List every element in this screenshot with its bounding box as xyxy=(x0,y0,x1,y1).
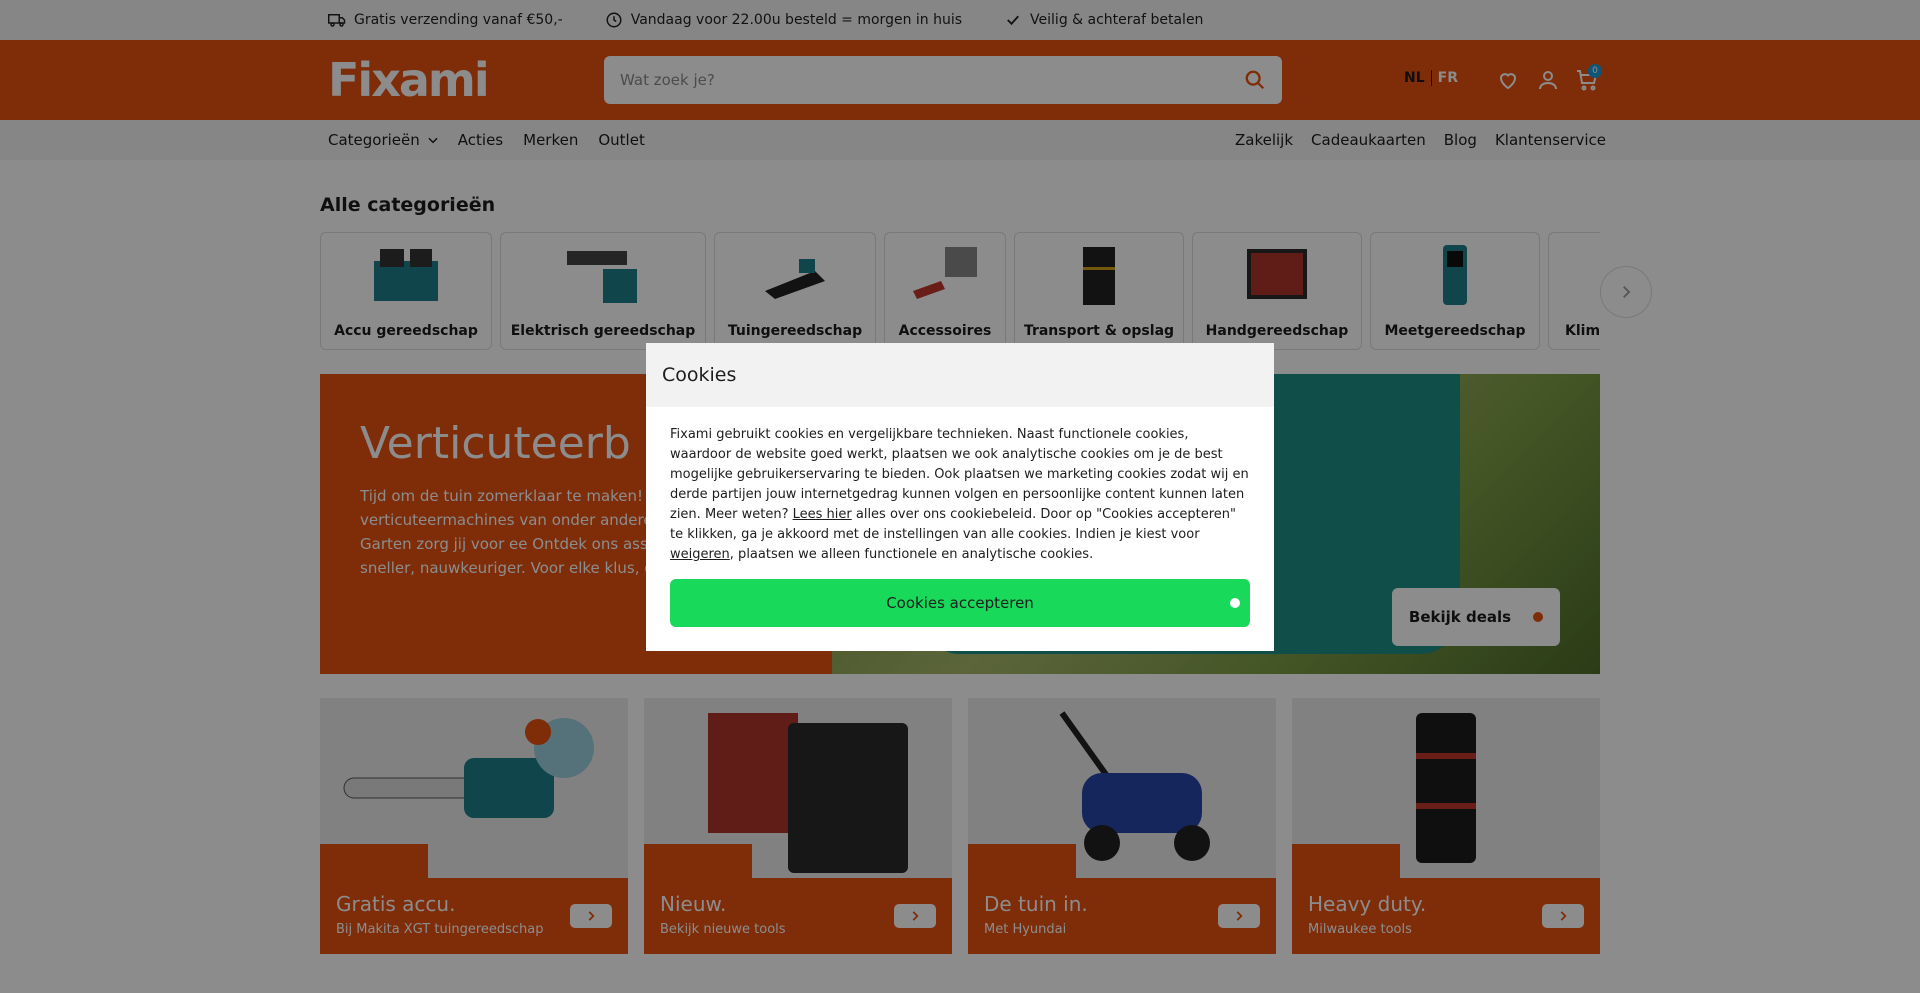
dot-icon xyxy=(1230,598,1240,608)
cookie-modal-text: Fixami gebruikt cookies en vergelijkbare… xyxy=(646,407,1274,565)
cookie-modal-title: Cookies xyxy=(646,343,1274,407)
accept-cookies-label: Cookies accepteren xyxy=(886,594,1034,612)
cookie-text-3: , plaatsen we alleen functionele en anal… xyxy=(729,547,1094,562)
read-more-link[interactable]: Lees hier xyxy=(793,507,852,522)
decline-link[interactable]: weigeren xyxy=(670,547,730,562)
cookie-modal: Cookies Fixami gebruikt cookies en verge… xyxy=(646,343,1274,651)
accept-cookies-button[interactable]: Cookies accepteren xyxy=(670,579,1250,627)
